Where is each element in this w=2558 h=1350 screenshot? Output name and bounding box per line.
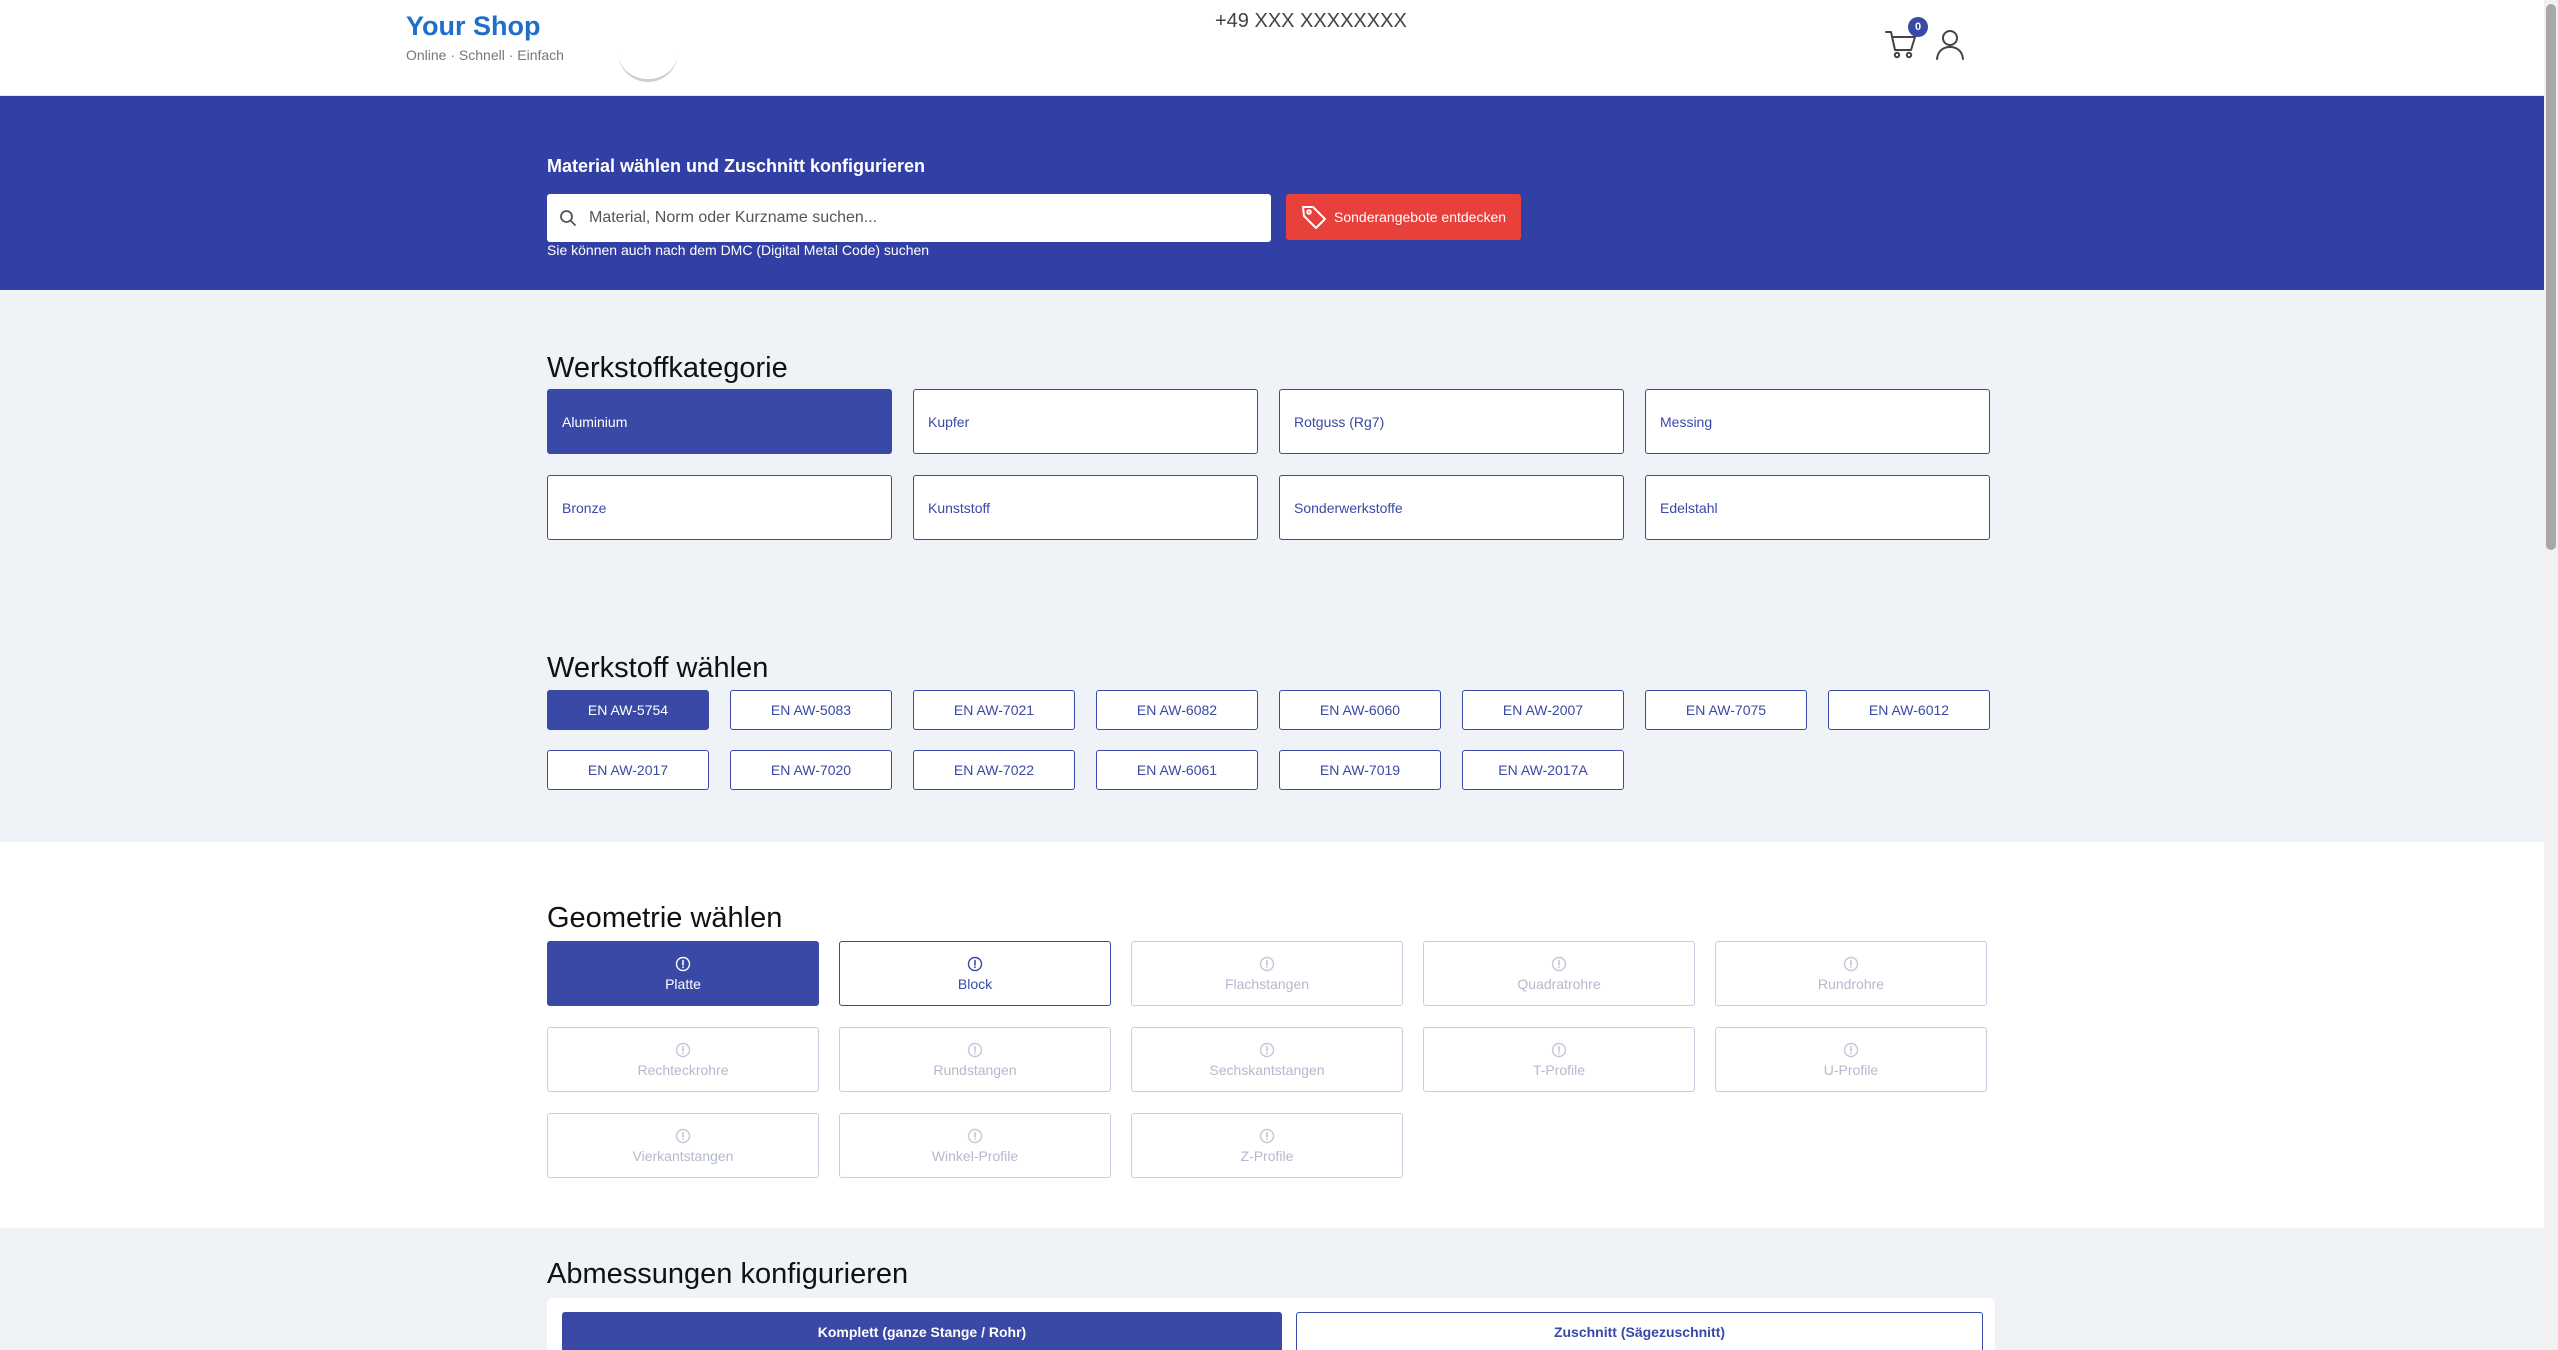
material-en-aw-7022[interactable]: EN AW-7022 [913,750,1075,790]
category-rotguss-rg7[interactable]: Rotguss (Rg7) [1279,389,1624,454]
geometry-label: Block [957,975,993,992]
scrollbar-thumb[interactable] [2546,4,2556,550]
info-circle-icon [675,956,691,971]
hero-search-banner: Material wählen und Zuschnitt konfigurie… [0,96,2544,290]
geometry-rundrohre: Rundrohre [1715,941,1987,1006]
tab-complete[interactable]: Komplett (ganze Stange / Rohr) [562,1312,1282,1350]
geometry-quadratrohre: Quadratrohre [1423,941,1695,1006]
phone-number[interactable]: +49 XXX XXXXXXXX [1215,10,1407,33]
info-circle-icon [675,1128,691,1143]
geometry-section-title: Geometrie wählen [547,902,783,934]
geometry-label: Sechskantstangen [1209,1061,1325,1078]
hero-title: Material wählen und Zuschnitt konfigurie… [547,156,926,176]
special-offers-button[interactable]: Sonderangebote entdecken [1286,194,1521,240]
material-section-title: Werkstoff wählen [547,652,769,684]
category-aluminium[interactable]: Aluminium [547,389,892,454]
info-circle-icon [675,1042,691,1057]
material-en-aw-6061[interactable]: EN AW-6061 [1096,750,1258,790]
material-en-aw-5083[interactable]: EN AW-5083 [730,690,892,730]
brand-tagline: Online · Schnell · Einfach [406,47,564,63]
geometry-grid: Platte Block Flachstangen Quadratrohre Rundr… [547,941,1989,1178]
geometry-platte[interactable]: Platte [547,941,819,1006]
info-circle-icon [1843,956,1859,971]
geometry-label: Rundrohre [1817,975,1885,992]
search-hint: Sie können auch nach dem DMC (Digital Me… [547,242,930,258]
geometry-label: Winkel-Profile [931,1147,1019,1164]
geometry-label: Platte [665,975,701,992]
material-en-aw-7020[interactable]: EN AW-7020 [730,750,892,790]
material-en-aw-2017a[interactable]: EN AW-2017A [1462,750,1624,790]
material-en-aw-6082[interactable]: EN AW-6082 [1096,690,1258,730]
page: Your Shop Online · Schnell · Einfach +49… [0,0,2544,1350]
material-en-aw-6060[interactable]: EN AW-6060 [1279,690,1441,730]
category-sonderwerkstoffe[interactable]: Sonderwerkstoffe [1279,475,1624,540]
info-circle-icon [967,1042,983,1057]
category-messing[interactable]: Messing [1645,389,1990,454]
info-circle-icon [1843,1042,1859,1057]
geometry-vierkantstangen: Vierkantstangen [547,1113,819,1178]
geometry-label: Vierkantstangen [632,1147,734,1164]
geometry-label: Rechteckrohre [637,1061,729,1078]
user-icon[interactable] [1933,27,1967,61]
info-circle-icon [967,956,983,971]
geometry-label: Flachstangen [1224,975,1310,992]
geometry-label: Rundstangen [933,1061,1017,1078]
category-edelstahl[interactable]: Edelstahl [1645,475,1990,540]
category-kunststoff[interactable]: Kunststoff [913,475,1258,540]
dimensions-section-title: Abmessungen konfigurieren [547,1258,909,1290]
geometry-u-profile: U-Profile [1715,1027,1987,1092]
geometry-label: U-Profile [1823,1061,1879,1078]
geometry-sechskantstangen: Sechskantstangen [1131,1027,1403,1092]
category-grid: Aluminium Kupfer Rotguss (Rg7) Messing Bronz… [547,389,1990,540]
info-circle-icon [1259,1128,1275,1143]
material-en-aw-6012[interactable]: EN AW-6012 [1828,690,1990,730]
special-offers-label: Sonderangebote entdecken [1334,209,1507,225]
geometry-rundstangen: Rundstangen [839,1027,1111,1092]
brand[interactable]: Your Shop Online · Schnell · Einfach [406,10,564,63]
info-circle-icon [1551,956,1567,971]
geometry-z-profile: Z-Profile [1131,1113,1403,1178]
category-section-title: Werkstoffkategorie [547,352,788,384]
material-en-aw-7021[interactable]: EN AW-7021 [913,690,1075,730]
material-en-aw-7075[interactable]: EN AW-7075 [1645,690,1807,730]
geometry-flachstangen: Flachstangen [1131,941,1403,1006]
brand-name[interactable]: Your Shop [406,10,564,42]
geometry-label: Quadratrohre [1517,975,1601,992]
site-header: Your Shop Online · Schnell · Einfach +49… [0,0,2544,96]
info-circle-icon [1259,1042,1275,1057]
category-kupfer[interactable]: Kupfer [913,389,1258,454]
tab-cut-to-size[interactable]: Zuschnitt (Sägezuschnitt) [1296,1312,1983,1350]
material-en-aw-2017[interactable]: EN AW-2017 [547,750,709,790]
geometry-winkel-profile: Winkel-Profile [839,1113,1111,1178]
cart-count-badge: 0 [1908,17,1928,37]
geometry-rechteckrohre: Rechteckrohre [547,1027,819,1092]
info-circle-icon [967,1128,983,1143]
material-en-aw-5754[interactable]: EN AW-5754 [547,690,709,730]
geometry-label: T-Profile [1532,1061,1586,1078]
material-en-aw-7019[interactable]: EN AW-7019 [1279,750,1441,790]
geometry-t-profile: T-Profile [1423,1027,1695,1092]
search-input[interactable] [589,209,1249,227]
search-box[interactable] [547,194,1271,242]
info-circle-icon [1259,956,1275,971]
geometry-label: Z-Profile [1240,1147,1294,1164]
material-en-aw-2007[interactable]: EN AW-2007 [1462,690,1624,730]
material-grid: EN AW-5754 EN AW-5083 EN AW-7021 EN AW-6082… [547,690,1990,790]
geometry-block[interactable]: Block [839,941,1111,1006]
category-bronze[interactable]: Bronze [547,475,892,540]
logo-arc-icon [618,52,678,82]
info-circle-icon [1551,1042,1567,1057]
tag-icon [1302,206,1326,229]
search-icon [560,210,576,226]
